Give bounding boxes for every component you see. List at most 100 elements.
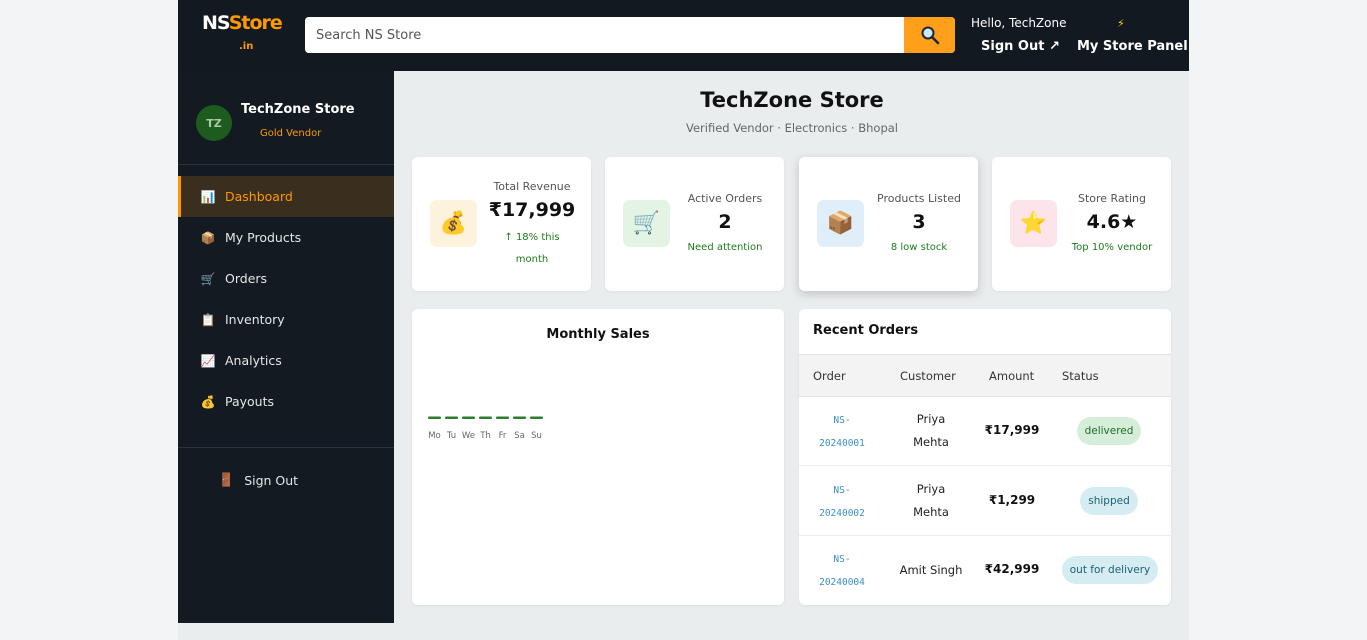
stat-value: 2 [718, 211, 732, 233]
amount-cell: ₹42,999 [984, 562, 1040, 576]
order-id-prefix: NS- [833, 554, 851, 565]
package-icon: 📦 [817, 200, 864, 247]
sidebar: TZ TechZone Store Gold Vendor 📊 Dashboar… [178, 71, 394, 623]
chart-title: Monthly Sales [546, 327, 650, 342]
stat-label: Active Orders [687, 192, 763, 205]
search-input[interactable] [305, 17, 904, 53]
sidebar-store-name: TechZone Store [241, 102, 355, 117]
order-id-link[interactable]: NS- 20240002 [809, 479, 875, 525]
column-header-order: Order [813, 369, 846, 383]
stat-note: ↑ 18% this [504, 232, 560, 243]
chart-bar-mo [428, 416, 441, 419]
status-badge: delivered [1077, 417, 1141, 445]
order-id-number: 20240002 [819, 508, 865, 519]
customer-cell: Priya Mehta [891, 408, 971, 454]
order-id-prefix: NS- [833, 415, 851, 426]
stat-card-products-listed: 📦 Products Listed 3 8 low stock [799, 157, 978, 291]
table-row[interactable]: NS- 20240001 Priya Mehta ₹17,999 deliver… [799, 397, 1171, 466]
sidebar-item-label: Orders [225, 271, 268, 286]
order-id-link[interactable]: NS- 20240004 [809, 548, 875, 594]
stat-note: Need attention [687, 242, 763, 253]
table-row[interactable]: NS- 20240002 Priya Mehta ₹1,299 shipped [799, 467, 1171, 536]
stat-value: 3 [912, 211, 926, 233]
chart-tick-label: Fr [499, 431, 507, 441]
sidebar-item-dashboard[interactable]: 📊 Dashboard [178, 176, 394, 217]
customer-first: Priya [916, 482, 946, 496]
chart-bar-th [479, 416, 492, 419]
sidebar-item-label: Payouts [225, 394, 275, 409]
sidebar-item-label: Dashboard [225, 189, 293, 204]
chart-tick-label: Sa [514, 431, 525, 441]
bolt-icon: ⚡ [1117, 17, 1125, 30]
stat-note: Top 10% vendor [1071, 242, 1153, 253]
top-header: NSStore .in Hello, TechZone Sign Out ↗ ⚡… [178, 0, 1189, 71]
sidebar-item-analytics[interactable]: 📈 Analytics [178, 340, 394, 381]
stat-value: 4.6★ [1086, 211, 1138, 233]
sidebar-divider [178, 447, 394, 448]
sidebar-item-label: My Products [225, 230, 302, 245]
money-bag-icon: 💰 [430, 200, 477, 247]
amount-cell: ₹17,999 [984, 423, 1040, 437]
avatar: TZ [196, 105, 232, 141]
chart-tick-label: Th [479, 431, 491, 441]
chart-tick-label: Mo [428, 431, 441, 441]
table-row[interactable]: NS- 20240004 Amit Singh ₹42,999 out for … [799, 536, 1171, 605]
monthly-sales-card: Monthly Sales Mo Tu We Th Fr Sa Su [412, 309, 784, 605]
sidebar-item-label: Inventory [225, 312, 285, 327]
monthly-sales-chart: Mo Tu We Th Fr Sa Su [428, 416, 543, 441]
stat-value: ₹17,999 [488, 199, 576, 221]
sidebar-item-my-products[interactable]: 📦 My Products [178, 217, 394, 258]
page-subtitle: Verified Vendor · Electronics · Bhopal [685, 121, 898, 135]
order-id-number: 20240004 [819, 577, 865, 588]
sidebar-item-payouts[interactable]: 💰 Payouts [178, 381, 394, 422]
search-bar [305, 17, 955, 53]
order-id-number: 20240001 [819, 438, 865, 449]
column-header-amount: Amount [989, 369, 1035, 383]
stat-card-store-rating: ⭐ Store Rating 4.6★ Top 10% vendor [992, 157, 1171, 291]
package-icon: 📦 [200, 230, 216, 245]
clipboard-icon: 📋 [200, 312, 216, 327]
customer-last: Mehta [913, 505, 949, 519]
greeting-text: Hello, TechZone [971, 16, 1067, 30]
store-panel-link[interactable]: My Store Panel [1077, 39, 1188, 54]
customer-cell: Amit Singh [891, 559, 971, 582]
cart-icon: 🛒 [200, 271, 216, 286]
chart-tick-label: Tu [446, 431, 456, 441]
recent-orders-card: Recent Orders Order Customer Amount Stat… [799, 309, 1171, 605]
stat-note: 8 low stock [890, 242, 948, 253]
chart-bar-we [462, 416, 475, 419]
star-icon: ⭐ [1010, 200, 1057, 247]
customer-name: Amit Singh [899, 563, 963, 577]
order-id-link[interactable]: NS- 20240001 [809, 409, 875, 455]
stat-label: Products Listed [877, 192, 961, 205]
header-sign-out-link[interactable]: Sign Out ↗ [981, 39, 1060, 54]
order-id-prefix: NS- [833, 485, 851, 496]
door-icon: 🚪 [218, 473, 235, 488]
stat-card-revenue: 💰 Total Revenue ₹17,999 ↑ 18% this month [412, 157, 591, 291]
sidebar-sign-out-button[interactable]: 🚪 Sign Out [218, 473, 298, 488]
search-button[interactable] [904, 17, 955, 53]
amount-cell: ₹1,299 [988, 493, 1036, 507]
vendor-tier-badge: Gold Vendor [260, 128, 322, 139]
stat-label: Store Rating [1077, 192, 1147, 205]
sidebar-nav: 📊 Dashboard 📦 My Products 🛒 Orders 📋 Inv… [178, 176, 394, 422]
column-header-status: Status [1062, 369, 1099, 383]
chart-tick-label: Su [531, 431, 542, 441]
store-logo[interactable]: NSStore .in [202, 12, 292, 56]
bar-chart-icon: 📊 [200, 189, 216, 204]
stat-card-active-orders: 🛒 Active Orders 2 Need attention [605, 157, 784, 291]
app-frame: NSStore .in Hello, TechZone Sign Out ↗ ⚡… [178, 0, 1189, 640]
logo-store-text: Store [228, 12, 283, 34]
chart-tick-label: We [462, 431, 475, 441]
money-bag-icon: 💰 [200, 394, 216, 409]
status-badge: shipped [1080, 487, 1138, 515]
column-header-customer: Customer [900, 369, 956, 383]
logo-tld-text: .in [239, 41, 254, 52]
logo-ns-text: NS [202, 12, 230, 34]
sidebar-item-inventory[interactable]: 📋 Inventory [178, 299, 394, 340]
sign-out-label: Sign Out [244, 473, 299, 488]
sidebar-divider [178, 164, 394, 165]
trend-chart-icon: 📈 [200, 353, 216, 368]
sidebar-item-orders[interactable]: 🛒 Orders [178, 258, 394, 299]
chart-bar-fr [496, 416, 509, 419]
